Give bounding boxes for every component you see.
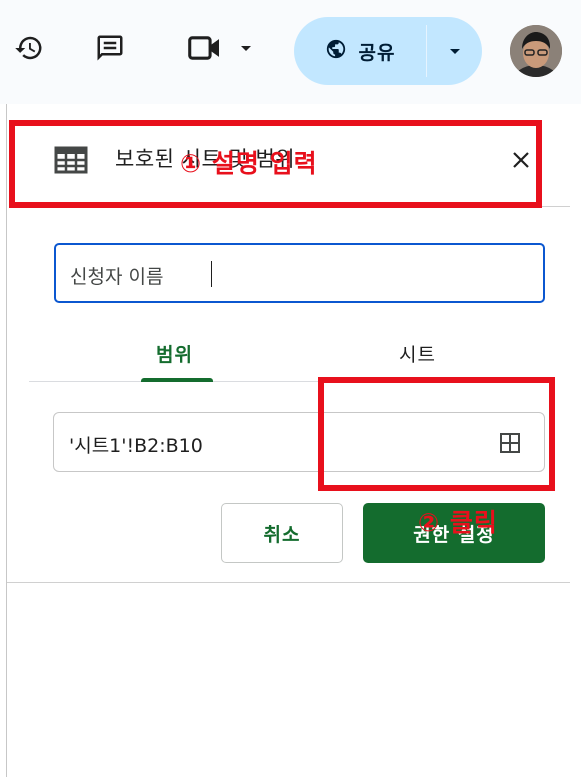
active-tab-indicator [141,378,213,382]
globe-icon [325,38,347,64]
chevron-down-icon [449,49,460,54]
share-button[interactable]: 공유 [294,17,426,85]
history-icon[interactable] [12,31,46,65]
comment-icon[interactable] [93,31,127,65]
avatar[interactable] [510,25,562,77]
share-options-button[interactable] [427,17,482,85]
share-button-group: 공유 [294,17,482,85]
annotation-step-1: ① 설명 입력 [180,149,318,178]
sheet-edge [0,0,7,777]
top-toolbar: 공유 [0,0,581,104]
tab-sheet[interactable]: 시트 [399,340,436,367]
annotation-step-2: ② 클릭 [418,508,498,537]
panel-divider [7,582,570,583]
share-label: 공유 [358,41,396,64]
description-input[interactable]: 신청자 이름 [54,243,545,303]
panel-tabs: 범위 시트 [29,332,537,382]
tab-range[interactable]: 범위 [156,340,193,367]
range-value: '시트1'!B2:B10 [69,435,203,457]
annotation-box-set-permissions [318,377,555,491]
text-cursor [211,261,212,287]
meet-icon[interactable] [184,31,226,65]
description-value: 신청자 이름 [70,266,164,288]
cancel-button[interactable]: 취소 [221,503,343,563]
chevron-down-icon[interactable] [236,38,256,58]
